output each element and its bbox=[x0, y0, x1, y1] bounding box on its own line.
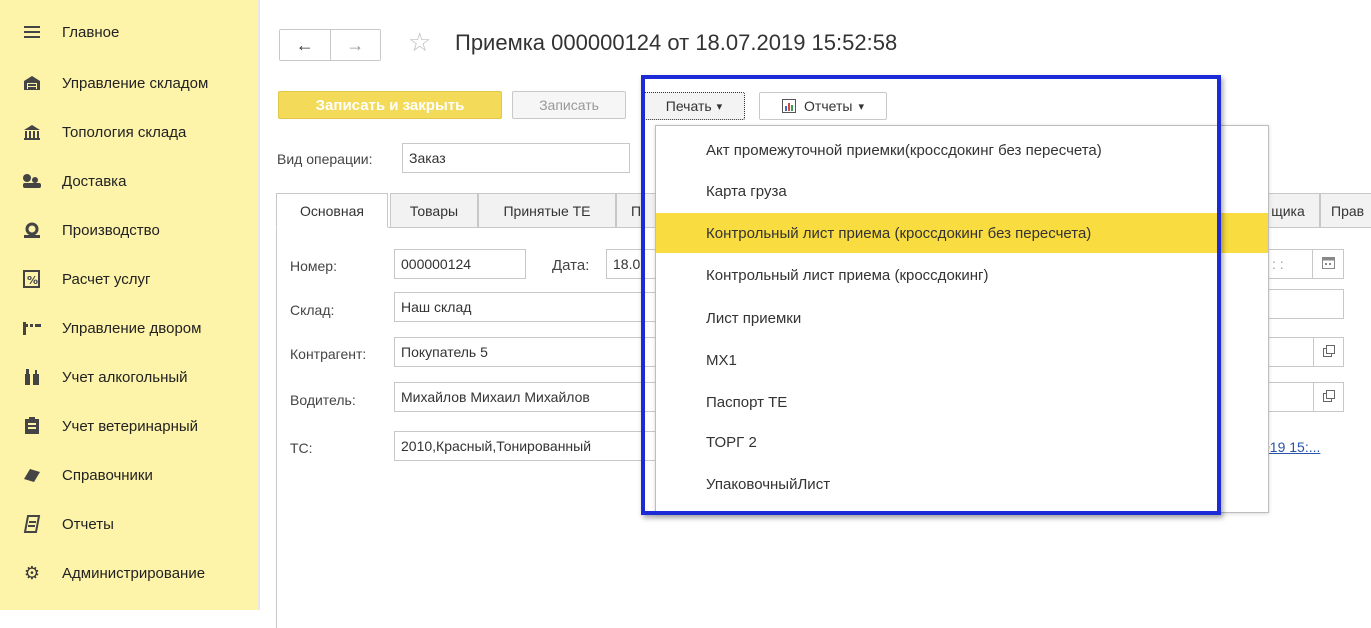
time-field-partial[interactable]: : : bbox=[1266, 249, 1316, 279]
sidebar-item-label: Учет ветеринарный bbox=[62, 417, 199, 435]
warehouse-label: Склад: bbox=[290, 302, 335, 318]
open-window-icon bbox=[1322, 389, 1335, 405]
svg-text:%: % bbox=[27, 274, 38, 287]
counterparty-open-button[interactable] bbox=[1313, 337, 1344, 367]
save-and-close-button[interactable]: Записать и закрыть bbox=[278, 91, 502, 119]
operation-type-field[interactable]: Заказ bbox=[402, 143, 630, 173]
warehouse-field-right-partial[interactable] bbox=[1266, 289, 1344, 319]
report-chart-icon bbox=[782, 99, 797, 113]
warehouse-field[interactable]: Наш склад bbox=[394, 292, 656, 322]
counterparty-field[interactable]: Покупатель 5 bbox=[394, 337, 656, 367]
menu-item-packing-list[interactable]: УпаковочныйЛист bbox=[656, 464, 1268, 504]
open-window-icon bbox=[1322, 344, 1335, 360]
operation-type-label: Вид операции: bbox=[277, 151, 373, 167]
sidebar-item-label: Отчеты bbox=[62, 515, 114, 533]
date-label: Дата: bbox=[552, 257, 590, 274]
sidebar-item-label: Справочники bbox=[62, 466, 153, 484]
sidebar-item-admin[interactable]: ⚙ Администрирование bbox=[0, 553, 258, 593]
print-button[interactable]: Печать ▾ bbox=[643, 92, 745, 120]
warehouse-icon bbox=[22, 73, 42, 93]
driver-field[interactable]: Михайлов Михаил Михайлов bbox=[394, 382, 656, 412]
tab-rights-partial[interactable]: Прав bbox=[1320, 193, 1371, 228]
sidebar-item-label: Доставка bbox=[62, 172, 127, 190]
sidebar-item-label: Управление двором bbox=[62, 319, 202, 337]
sidebar-item-label: Учет алкогольный bbox=[62, 368, 188, 386]
favorite-star-icon[interactable]: ☆ bbox=[408, 27, 431, 58]
building-icon bbox=[22, 122, 42, 142]
forward-button[interactable]: → bbox=[329, 30, 381, 60]
percent-doc-icon: % bbox=[22, 269, 42, 289]
menu-item-control-sheet-crossdock[interactable]: Контрольный лист приема (кроссдокинг) bbox=[656, 255, 1268, 295]
reports-button-label: Отчеты bbox=[804, 98, 853, 114]
vehicle-label: ТС: bbox=[290, 440, 313, 456]
sidebar-item-label: Производство bbox=[62, 221, 160, 239]
delivery-icon bbox=[22, 171, 42, 191]
sidebar-item-label: Топология склада bbox=[62, 123, 187, 141]
report-icon bbox=[22, 514, 42, 534]
gear-icon: ⚙ bbox=[23, 562, 41, 583]
sidebar-item-main[interactable]: Главное bbox=[0, 12, 258, 52]
chevron-down-icon: ▾ bbox=[858, 100, 864, 113]
related-document-link[interactable]: 019 15:... bbox=[1262, 439, 1320, 455]
print-menu: Акт промежуточной приемки(кроссдокинг бе… bbox=[655, 125, 1269, 513]
menu-item-mx1[interactable]: МХ1 bbox=[656, 340, 1268, 380]
driver-label: Водитель: bbox=[290, 392, 356, 408]
counterparty-label: Контрагент: bbox=[290, 346, 367, 362]
sidebar-item-references[interactable]: Справочники bbox=[0, 455, 258, 495]
sidebar-item-label: Расчет услуг bbox=[62, 270, 151, 288]
book-icon bbox=[22, 465, 42, 485]
sidebar-item-alcohol[interactable]: Учет алкогольный bbox=[0, 357, 258, 397]
sidebar-item-production[interactable]: Производство bbox=[0, 210, 258, 250]
chevron-down-icon: ▾ bbox=[716, 100, 723, 113]
sidebar: Главное Управление складом Топология скл… bbox=[0, 0, 258, 610]
menu-item-unit-passport[interactable]: Паспорт ТЕ bbox=[656, 382, 1268, 422]
driver-open-button[interactable] bbox=[1313, 382, 1344, 412]
counterparty-field-right-partial[interactable] bbox=[1266, 337, 1314, 367]
sidebar-item-warehouse[interactable]: Управление складом bbox=[0, 63, 258, 103]
sidebar-item-label: Администрирование bbox=[62, 564, 206, 582]
sidebar-item-topology[interactable]: Топология склада bbox=[0, 112, 258, 152]
number-field[interactable]: 000000124 bbox=[394, 249, 526, 279]
menu-item-cargo-card[interactable]: Карта груза bbox=[656, 171, 1268, 211]
vehicle-field[interactable]: 2010,Красный,Тонированный bbox=[394, 431, 656, 461]
factory-icon bbox=[22, 220, 42, 240]
sidebar-item-services[interactable]: % Расчет услуг bbox=[0, 259, 258, 299]
menu-item-control-sheet-no-recount[interactable]: Контрольный лист приема (кроссдокинг без… bbox=[656, 213, 1268, 253]
number-label: Номер: bbox=[290, 258, 337, 274]
menu-item-torg2[interactable]: ТОРГ 2 bbox=[656, 422, 1268, 462]
driver-field-right-partial[interactable] bbox=[1266, 382, 1314, 412]
tab-accepted-units[interactable]: Принятые ТЕ bbox=[478, 193, 616, 228]
sidebar-divider bbox=[258, 0, 260, 610]
sidebar-item-vet[interactable]: Учет ветеринарный bbox=[0, 406, 258, 446]
barrier-icon bbox=[22, 318, 42, 338]
tab-main[interactable]: Основная bbox=[276, 193, 388, 228]
sidebar-item-reports[interactable]: Отчеты bbox=[0, 504, 258, 544]
tab-goods[interactable]: Товары bbox=[390, 193, 478, 228]
clipboard-icon bbox=[22, 416, 42, 436]
history-nav: ← → bbox=[279, 29, 381, 61]
sidebar-item-label: Главное bbox=[62, 23, 120, 41]
tab-more[interactable]: П bbox=[616, 193, 656, 228]
save-button[interactable]: Записать bbox=[512, 91, 626, 119]
back-button[interactable]: ← bbox=[280, 30, 330, 60]
menu-item-intermediate-act[interactable]: Акт промежуточной приемки(кроссдокинг бе… bbox=[656, 130, 1268, 170]
reports-button[interactable]: Отчеты ▾ bbox=[759, 92, 887, 120]
print-button-label: Печать bbox=[665, 98, 712, 114]
menu-lines-icon bbox=[22, 22, 42, 42]
calendar-button[interactable] bbox=[1312, 249, 1344, 279]
page-title: Приемка 000000124 от 18.07.2019 15:52:58 bbox=[455, 30, 898, 55]
sidebar-item-yard[interactable]: Управление двором bbox=[0, 308, 258, 348]
sidebar-item-delivery[interactable]: Доставка bbox=[0, 161, 258, 201]
bottles-icon bbox=[22, 367, 42, 387]
sidebar-item-label: Управление складом bbox=[62, 74, 209, 92]
menu-item-receipt-sheet[interactable]: Лист приемки bbox=[656, 298, 1268, 338]
calendar-icon bbox=[1321, 256, 1335, 272]
